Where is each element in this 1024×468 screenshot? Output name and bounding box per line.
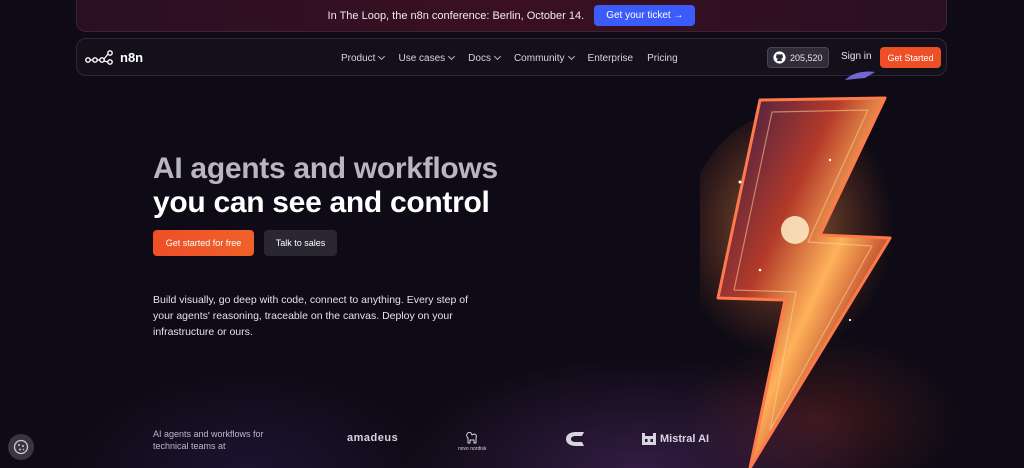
nav-item-product[interactable]: Product [341, 52, 386, 64]
mistral-ai-logo: Mistral AI [642, 433, 709, 445]
talk-to-sales-button[interactable]: Talk to sales [264, 230, 337, 256]
github-star-count: 205,520 [790, 52, 823, 63]
get-started-button[interactable]: Get Started [880, 47, 941, 68]
novo-nordisk-bull-icon [466, 431, 478, 444]
nav-item-use-cases[interactable]: Use cases [398, 52, 456, 64]
mistral-icon [642, 433, 656, 445]
sign-in-link[interactable]: Sign in [841, 51, 872, 62]
nav-item-label: Community [513, 52, 565, 64]
hero-title-line-1: AI agents and workflows [153, 152, 498, 185]
announcement-text: In The Loop, the n8n conference: Berlin,… [327, 9, 585, 22]
nav-item-label: Docs [468, 52, 491, 64]
nav-item-community[interactable]: Community [513, 52, 575, 64]
nav-item-label: Product [341, 52, 376, 64]
mistral-text: Mistral AI [660, 433, 710, 445]
amadeus-logo: amadeus [347, 432, 399, 444]
cummins-logo [566, 432, 584, 446]
get-ticket-button[interactable]: Get your ticket → [594, 5, 696, 26]
nav-links: Product Use cases Docs Community Enterpr… [341, 39, 678, 77]
announcement-bar: In The Loop, the n8n conference: Berlin,… [76, 0, 947, 32]
get-started-free-button[interactable]: Get started for free [153, 230, 254, 256]
hero-title: AI agents and workflows you can see and … [153, 152, 498, 220]
nav-item-pricing[interactable]: Pricing [647, 53, 678, 64]
hero-title-line-2: you can see and control [153, 186, 490, 219]
nav-item-label: Enterprise [587, 52, 634, 64]
nav-item-enterprise[interactable]: Enterprise [588, 53, 634, 64]
chevron-down-icon [378, 52, 386, 61]
customers-caption: AI agents and workflows for technical te… [153, 429, 264, 451]
github-stars-button[interactable]: 205,520 [767, 47, 829, 68]
chevron-down-icon [567, 52, 575, 61]
novo-nordisk-logo: novo nordisk [458, 430, 486, 452]
cookie-settings-button[interactable] [8, 434, 34, 460]
cookie-icon [13, 439, 29, 455]
hero-description: Build visually, go deep with code, conne… [153, 294, 468, 338]
logo-text: n8n [120, 49, 144, 65]
n8n-logo-icon [85, 50, 113, 65]
n8n-logo[interactable]: n8n [85, 47, 143, 67]
github-icon [773, 51, 786, 64]
nav-item-docs[interactable]: Docs [468, 52, 501, 64]
lightning-bolt-illustration [700, 71, 905, 468]
nav-item-label: Use cases [398, 52, 446, 64]
chevron-down-icon [448, 52, 456, 61]
nav-item-label: Pricing [647, 52, 678, 64]
novo-nordisk-text: novo nordisk [458, 446, 487, 452]
chevron-down-icon [493, 52, 501, 61]
